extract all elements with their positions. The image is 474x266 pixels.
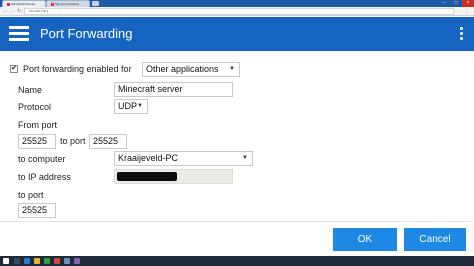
from-port-label: From port xyxy=(18,120,58,130)
browser-tab[interactable]: http://port.forward xyxy=(46,0,90,7)
search-icon[interactable] xyxy=(14,258,20,264)
back-icon[interactable]: ← xyxy=(3,8,8,15)
window-controls: – □ × xyxy=(438,0,474,7)
favicon-icon xyxy=(51,2,54,6)
protocol-value: UDP xyxy=(118,101,138,111)
to-computer-value: Kraaijeveld-PC xyxy=(118,153,179,163)
browser-menu-icon[interactable]: ⋮ xyxy=(464,8,469,15)
ok-button[interactable]: OK xyxy=(333,228,397,251)
to-computer-select[interactable]: Kraaijeveld-PC ▼ xyxy=(114,151,253,166)
checkmark-icon: ✔ xyxy=(11,65,17,72)
ip-address-field xyxy=(114,169,233,184)
enabled-for-select[interactable]: Other applications ▼ xyxy=(142,62,240,77)
new-tab-button[interactable] xyxy=(92,1,99,6)
browser-tab[interactable]: NETGEAR Router xyxy=(2,0,46,7)
browser-tab-label: http://port.forward xyxy=(55,2,79,6)
forward-icon[interactable]: → xyxy=(10,8,15,15)
to-port-label: to port xyxy=(18,190,44,200)
reload-icon[interactable]: ↻ xyxy=(17,8,21,15)
port-forwarding-form: ✔ Port forwarding enabled for Other appl… xyxy=(0,51,474,221)
name-input[interactable]: Minecraft server xyxy=(114,82,233,97)
protocol-label: Protocol xyxy=(18,102,52,112)
chevron-down-icon: ▼ xyxy=(229,66,235,72)
address-bar[interactable]: 192.168.178.1 xyxy=(24,8,454,15)
chrome-icon[interactable] xyxy=(54,258,60,264)
cancel-button[interactable]: Cancel xyxy=(404,228,466,251)
enabled-for-value: Other applications xyxy=(146,64,219,74)
redacted-ip xyxy=(117,172,177,181)
browser-toolbar: ← → ↻ 192.168.178.1 ⋮ xyxy=(0,7,474,16)
divider xyxy=(0,221,474,222)
browser-tab-label: NETGEAR Router xyxy=(11,2,36,6)
app-icon[interactable] xyxy=(74,258,80,264)
windows-start-icon[interactable] xyxy=(3,258,9,264)
page-title: Port Forwarding xyxy=(40,26,133,41)
close-icon[interactable]: × xyxy=(462,0,474,7)
browser-tab-strip: NETGEAR Router http://port.forward – □ × xyxy=(0,0,474,7)
enabled-label: Port forwarding enabled for xyxy=(23,64,132,74)
to-port-inline-label: to port xyxy=(60,136,86,146)
chevron-down-icon: ▼ xyxy=(137,103,143,109)
more-options-icon[interactable] xyxy=(459,26,465,42)
to-port-inline-input[interactable]: 25525 xyxy=(89,134,127,149)
to-port-input[interactable]: 25525 xyxy=(18,203,56,218)
store-icon[interactable] xyxy=(44,258,50,264)
folder-icon[interactable] xyxy=(34,258,40,264)
name-label: Name xyxy=(18,85,43,95)
ip-address-label: to IP address xyxy=(18,172,71,182)
edge-icon[interactable] xyxy=(24,258,30,264)
from-port-input[interactable]: 25525 xyxy=(18,134,56,149)
to-computer-label: to computer xyxy=(18,154,66,164)
chevron-down-icon: ▼ xyxy=(242,155,248,161)
minimize-icon[interactable]: – xyxy=(438,0,450,7)
app-header: Port Forwarding xyxy=(0,17,474,51)
hamburger-menu-icon[interactable] xyxy=(9,25,29,42)
enabled-checkbox[interactable]: ✔ xyxy=(10,65,18,73)
favicon-icon xyxy=(7,2,10,6)
app-icon[interactable] xyxy=(64,258,70,264)
protocol-select[interactable]: UDP ▼ xyxy=(114,99,148,114)
maximize-icon[interactable]: □ xyxy=(450,0,462,7)
taskbar xyxy=(0,256,474,266)
